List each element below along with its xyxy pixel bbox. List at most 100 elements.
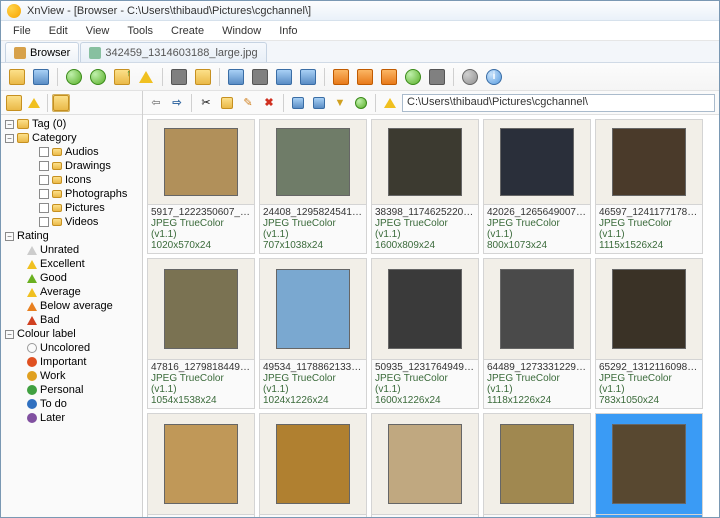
checkbox[interactable]	[39, 161, 49, 171]
thumbnail-card[interactable]: 47816_1279818449_largeJPEG TrueColor (v1…	[147, 258, 255, 409]
thumbnail-card[interactable]: 73608_1241111382_largeJPEG TrueColor (v1…	[147, 413, 255, 517]
tree-item[interactable]: Good	[3, 271, 140, 285]
tree-item-colour[interactable]: −Colour label	[3, 327, 140, 341]
print-button[interactable]	[250, 67, 270, 87]
save-button[interactable]	[31, 67, 51, 87]
checkbox[interactable]	[39, 175, 49, 185]
menu-file[interactable]: File	[5, 23, 39, 39]
checkbox[interactable]	[39, 147, 49, 157]
favorite-nav-button[interactable]	[381, 94, 399, 112]
favorites-tree-button[interactable]	[25, 94, 43, 112]
thumbnail-card[interactable]: 38398_1174625220_largeJPEG TrueColor (v1…	[371, 119, 479, 254]
favorites-button[interactable]	[136, 67, 156, 87]
sort-button[interactable]	[310, 94, 328, 112]
cut-button[interactable]: ✂	[197, 94, 215, 112]
rename-button[interactable]	[379, 67, 399, 87]
tree-item[interactable]: To do	[3, 397, 140, 411]
menu-info[interactable]: Info	[271, 23, 305, 39]
thumbnail-card[interactable]: 49534_1178862133_largeJPEG TrueColor (v1…	[259, 258, 367, 409]
menu-edit[interactable]: Edit	[41, 23, 76, 39]
checkbox[interactable]	[39, 189, 49, 199]
tree-item-rating[interactable]: −Rating	[3, 229, 140, 243]
scan-button[interactable]	[274, 67, 294, 87]
checkbox[interactable]	[39, 217, 49, 227]
thumbnail-card[interactable]: 24408_1295824541_largeJPEG TrueColor (v1…	[259, 119, 367, 254]
collapse-toggle[interactable]: −	[5, 232, 14, 241]
filter-button[interactable]: ▼	[331, 94, 349, 112]
collapse-toggle[interactable]: −	[5, 330, 14, 339]
file-type: JPEG TrueColor (v1.1)	[487, 373, 587, 395]
thumbnail-card[interactable]: 160922_1205695844_la...JPEG TrueColor (v…	[483, 413, 591, 517]
tree-item[interactable]: Work	[3, 369, 140, 383]
color-dot-icon	[27, 385, 37, 395]
about-button[interactable]: i	[484, 67, 504, 87]
acquire-button[interactable]	[298, 67, 318, 87]
folder-up-button[interactable]	[112, 67, 132, 87]
search-button[interactable]	[226, 67, 246, 87]
refresh-button[interactable]	[64, 67, 84, 87]
tree-item[interactable]: Average	[3, 285, 140, 299]
forward-button[interactable]: ⇨	[168, 94, 186, 112]
color-dot-icon	[27, 413, 37, 423]
tree-item[interactable]: Unrated	[3, 243, 140, 257]
convert-button[interactable]	[331, 67, 351, 87]
menu-view[interactable]: View	[78, 23, 118, 39]
tab-image[interactable]: 342459_1314603188_large.jpg	[80, 42, 266, 62]
tree-item[interactable]: Audios	[3, 145, 140, 159]
refresh-nav-button[interactable]	[352, 94, 370, 112]
thumbnail-card[interactable]: 106968_1163965763_la...JPEG TrueColor (v…	[259, 413, 367, 517]
rename-icon	[381, 69, 397, 85]
tree-item[interactable]: Drawings	[3, 159, 140, 173]
thumbnail-card[interactable]: 192998_1279734291_la...JPEG TrueColor (v…	[595, 413, 703, 517]
contact-sheet-button[interactable]	[427, 67, 447, 87]
back-button[interactable]: ⇦	[147, 94, 165, 112]
settings-button[interactable]	[460, 67, 480, 87]
categories-tree-button[interactable]	[52, 94, 70, 112]
delete-button[interactable]: ✖	[260, 94, 278, 112]
collapse-toggle[interactable]: −	[5, 134, 14, 143]
tree-label: Pictures	[65, 202, 105, 214]
tab-browser[interactable]: Browser	[5, 42, 79, 62]
tree-item-category[interactable]: −Category	[3, 131, 140, 145]
tree-item[interactable]: Uncolored	[3, 341, 140, 355]
browse-button[interactable]	[193, 67, 213, 87]
thumbnail-card[interactable]: 125841_1166714058_la...JPEG TrueColor (v…	[371, 413, 479, 517]
tree-item[interactable]: Videos	[3, 215, 140, 229]
thumbnail-card[interactable]: 64489_1273331229_largeJPEG TrueColor (v1…	[483, 258, 591, 409]
tree-item[interactable]: Excellent	[3, 257, 140, 271]
path-input[interactable]: C:\Users\thibaud\Pictures\cgchannel\	[402, 94, 715, 112]
menubar: File Edit View Tools Create Window Info	[1, 21, 719, 41]
open-button[interactable]	[7, 67, 27, 87]
tree-item[interactable]: Important	[3, 355, 140, 369]
tree-item[interactable]: Photographs	[3, 187, 140, 201]
home-button[interactable]	[169, 67, 189, 87]
menu-window[interactable]: Window	[214, 23, 269, 39]
expand-toggle[interactable]: −	[5, 120, 14, 129]
thumbnail-card[interactable]: 50935_1231764949_largeJPEG TrueColor (v1…	[371, 258, 479, 409]
thumbnail-card[interactable]: 5917_1222350607_largeJPEG TrueColor (v1.…	[147, 119, 255, 254]
thumbnail-card[interactable]: 42026_1265649007_largeJPEG TrueColor (v1…	[483, 119, 591, 254]
category-tree[interactable]: −Tag (0) −Category Audios Drawings Icons…	[1, 115, 142, 517]
tree-item-tag[interactable]: −Tag (0)	[3, 117, 140, 131]
view-mode-button[interactable]	[289, 94, 307, 112]
gear-icon	[462, 69, 478, 85]
menu-tools[interactable]: Tools	[119, 23, 161, 39]
thumbnail-card[interactable]: 46597_1241177178_largeJPEG TrueColor (v1…	[595, 119, 703, 254]
thumbnail-grid[interactable]: 5917_1222350607_largeJPEG TrueColor (v1.…	[143, 115, 719, 517]
tree-item[interactable]: Icons	[3, 173, 140, 187]
edit-button[interactable]: ✎	[239, 94, 257, 112]
tree-item[interactable]: Personal	[3, 383, 140, 397]
folder-tree-button[interactable]	[5, 94, 23, 112]
checkbox[interactable]	[39, 203, 49, 213]
thumbnail-card[interactable]: 65292_1312116098_largeJPEG TrueColor (v1…	[595, 258, 703, 409]
reload-button[interactable]	[88, 67, 108, 87]
batch-button[interactable]	[355, 67, 375, 87]
copy-button[interactable]	[218, 94, 236, 112]
menu-create[interactable]: Create	[163, 23, 212, 39]
pencil-icon: ✎	[243, 96, 252, 109]
tree-item[interactable]: Later	[3, 411, 140, 425]
tree-item[interactable]: Pictures	[3, 201, 140, 215]
web-button[interactable]	[403, 67, 423, 87]
tree-item[interactable]: Bad	[3, 313, 140, 327]
tree-item[interactable]: Below average	[3, 299, 140, 313]
